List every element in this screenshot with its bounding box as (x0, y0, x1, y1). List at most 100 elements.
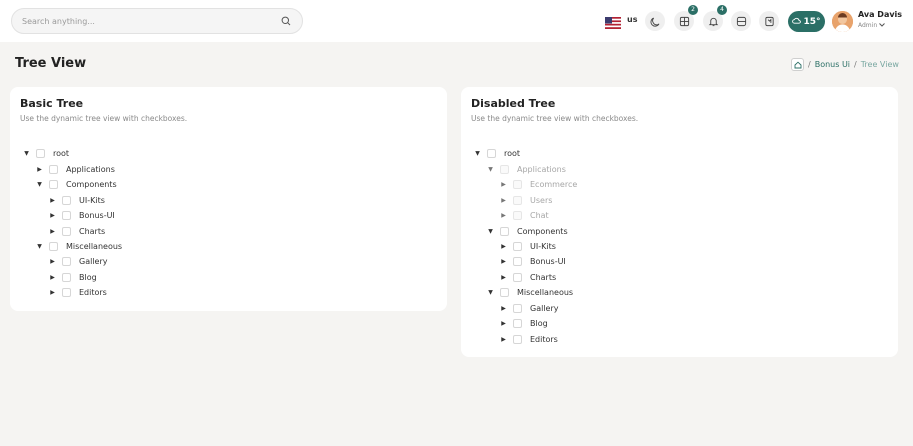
tree-node-users: ▶ Users (500, 194, 552, 206)
caret-right-icon[interactable]: ▶ (500, 243, 507, 250)
tree-node-gallery[interactable]: ▶ Gallery (49, 255, 108, 267)
top-header: us 2 4 15° (0, 0, 913, 42)
tree-checkbox-disabled (513, 179, 522, 189)
tree-checkbox[interactable] (49, 241, 58, 251)
tree-checkbox[interactable] (513, 241, 522, 251)
tree-node-root[interactable]: ▼ root (474, 147, 520, 159)
tree-checkbox[interactable] (62, 287, 71, 297)
grid-icon (679, 12, 690, 31)
tree-node-label: Gallery (79, 256, 108, 266)
bell-icon (708, 12, 719, 31)
search-bar[interactable] (11, 8, 303, 34)
layout-button[interactable] (731, 11, 751, 31)
caret-right-icon[interactable]: ▶ (500, 274, 507, 281)
tree-node-label: Bonus-UI (79, 210, 115, 220)
caret-right-icon[interactable]: ▶ (49, 197, 56, 204)
weather-temperature: 15° (803, 16, 821, 27)
us-flag-icon[interactable] (605, 14, 621, 29)
caret-down-icon[interactable]: ▼ (474, 150, 481, 157)
caret-down-icon[interactable]: ▼ (487, 289, 494, 296)
dark-mode-button[interactable] (645, 11, 665, 31)
caret-right-icon[interactable]: ▶ (500, 320, 507, 327)
tree-checkbox[interactable] (500, 287, 509, 297)
tree-checkbox[interactable] (62, 195, 71, 205)
tree-checkbox[interactable] (513, 256, 522, 266)
user-role-menu[interactable]: Admin (858, 22, 885, 29)
tree-checkbox[interactable] (36, 148, 45, 158)
basic-tree-card: Basic Tree Use the dynamic tree view wit… (10, 87, 447, 311)
tree-node-editors[interactable]: ▶ Editors (49, 286, 107, 298)
layout-icon (736, 12, 747, 31)
search-input[interactable] (22, 16, 280, 26)
caret-right-icon[interactable]: ▶ (500, 258, 507, 265)
tree-node-ui-kits[interactable]: ▶ UI-Kits (49, 194, 105, 206)
search-icon[interactable] (280, 15, 292, 27)
tree-checkbox-disabled (500, 164, 509, 174)
language-label[interactable]: us (627, 15, 637, 24)
tree-node-label: Ecommerce (530, 179, 578, 189)
caret-right-icon: ▶ (501, 211, 506, 219)
caret-down-icon[interactable]: ▼ (487, 228, 494, 235)
tree-node-root[interactable]: ▼ root (23, 147, 69, 159)
caret-right-icon[interactable]: ▶ (49, 228, 56, 235)
caret-right-icon[interactable]: ▶ (49, 289, 56, 296)
tree-node-blog[interactable]: ▶ Blog (49, 271, 97, 283)
home-icon[interactable] (791, 58, 804, 71)
tree-checkbox-disabled (513, 210, 522, 220)
tree-checkbox[interactable] (62, 210, 71, 220)
tree-node-charts[interactable]: ▶ Charts (49, 225, 105, 237)
caret-right-icon[interactable]: ▶ (36, 166, 43, 173)
tree-checkbox[interactable] (500, 226, 509, 236)
caret-right-icon[interactable]: ▶ (500, 305, 507, 312)
tree-node-label: Editors (79, 287, 107, 297)
tree-node-label: Charts (530, 272, 557, 282)
apps-button[interactable]: 2 (674, 5, 698, 31)
tree-checkbox[interactable] (513, 318, 522, 328)
caret-right-icon[interactable]: ▶ (49, 258, 56, 265)
tree-checkbox[interactable] (49, 179, 58, 189)
tree-node-components[interactable]: ▼ Components (36, 178, 117, 190)
card-subtitle: Use the dynamic tree view with checkboxe… (471, 114, 639, 123)
tree-node-applications[interactable]: ▶ Applications (36, 163, 115, 175)
tree-checkbox[interactable] (62, 256, 71, 266)
tree-node-label: Miscellaneous (66, 241, 123, 251)
user-role: Admin (858, 22, 878, 29)
tree-node-charts[interactable]: ▶ Charts (500, 271, 556, 283)
avatar[interactable] (832, 11, 853, 32)
caret-down-icon[interactable]: ▼ (23, 150, 30, 157)
tree-node-blog[interactable]: ▶ Blog (500, 317, 548, 329)
tree-checkbox[interactable] (49, 164, 58, 174)
tree-node-bonus-ui[interactable]: ▶ Bonus-UI (500, 255, 566, 267)
tree-checkbox[interactable] (62, 272, 71, 282)
caret-right-icon[interactable]: ▶ (49, 274, 56, 281)
tree-node-miscellaneous[interactable]: ▼ Miscellaneous (487, 286, 573, 298)
tree-node-label: root (53, 148, 70, 158)
notifications-button[interactable]: 4 (703, 5, 727, 31)
breadcrumb-separator: / (854, 60, 857, 69)
caret-right-icon[interactable]: ▶ (49, 212, 56, 219)
tree-node-ui-kits[interactable]: ▶ UI-Kits (500, 240, 556, 252)
tree-node-components[interactable]: ▼ Components (487, 225, 568, 237)
tree-checkbox[interactable] (513, 334, 522, 344)
tree-node-editors[interactable]: ▶ Editors (500, 333, 558, 345)
user-name[interactable]: Ava Davis (858, 10, 902, 19)
notifications-count-badge: 4 (717, 5, 727, 15)
tree-checkbox[interactable] (62, 226, 71, 236)
tree-checkbox[interactable] (513, 303, 522, 313)
tree-node-bonus-ui[interactable]: ▶ Bonus-UI (49, 209, 115, 221)
tree-node-label: Users (530, 195, 553, 205)
tree-node-label: Bonus-UI (530, 256, 566, 266)
tree-node-gallery[interactable]: ▶ Gallery (500, 302, 559, 314)
bookmark-button[interactable] (759, 11, 779, 31)
breadcrumb-link-bonus-ui[interactable]: Bonus Ui (815, 60, 850, 69)
caret-down-icon[interactable]: ▼ (36, 243, 43, 250)
tree-node-miscellaneous[interactable]: ▼ Miscellaneous (36, 240, 122, 252)
weather-widget[interactable]: 15° (788, 11, 825, 32)
caret-right-icon[interactable]: ▶ (500, 336, 507, 343)
tree-checkbox[interactable] (513, 272, 522, 282)
caret-down-icon[interactable]: ▼ (36, 181, 43, 188)
chevron-down-icon (879, 22, 885, 29)
tree-node-ecommerce: ▶ Ecommerce (500, 178, 577, 190)
cloud-icon (792, 17, 802, 27)
tree-checkbox[interactable] (487, 148, 496, 158)
